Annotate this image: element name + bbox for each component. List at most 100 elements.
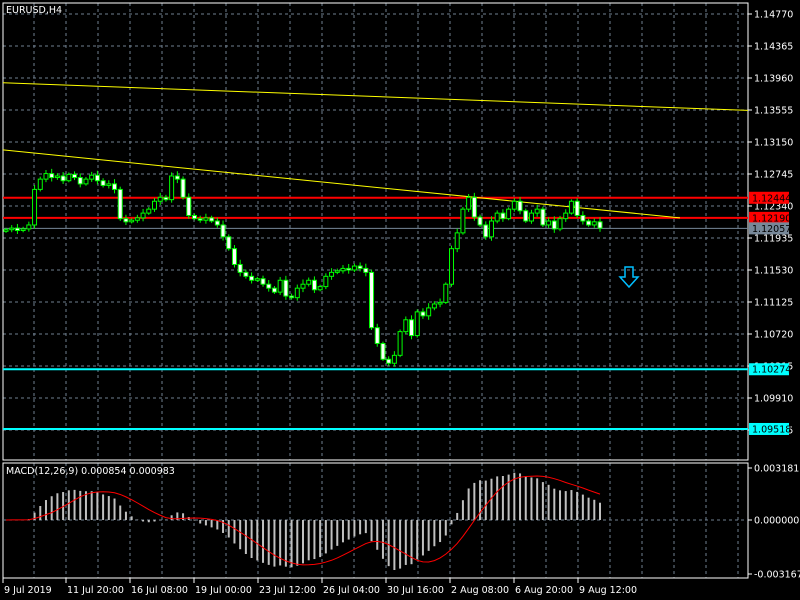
- candle-body: [49, 173, 55, 179]
- candle-body: [580, 214, 586, 222]
- candle-body: [460, 208, 466, 234]
- candle-body: [323, 275, 329, 288]
- macd-tick-label: 0.003181: [754, 464, 799, 475]
- candle-body: [209, 217, 215, 222]
- candle-body: [243, 271, 249, 277]
- candle-body: [174, 175, 180, 180]
- price-axis[interactable]: 1.14770 1.14365 1.13960 1.13555 1.13150 1.127…: [748, 10, 800, 581]
- candle-body: [66, 173, 72, 182]
- candle-body: [289, 295, 295, 299]
- price-tick-label: 1.11125: [754, 298, 793, 309]
- horizontal-levels[interactable]: [3, 196, 748, 430]
- price-tick-label: 1.13960: [754, 74, 793, 85]
- candle-body: [431, 303, 437, 309]
- candle-body: [488, 220, 494, 238]
- candle-body: [37, 178, 43, 190]
- candle-body: [197, 218, 203, 221]
- price-tick-label: 1.09910: [754, 394, 793, 405]
- candle-body: [300, 283, 306, 289]
- candle-body: [20, 228, 26, 231]
- candle-body: [32, 188, 38, 226]
- candle-body: [386, 358, 392, 364]
- candle-body: [477, 216, 483, 226]
- candle-body: [414, 311, 420, 337]
- candle-body: [540, 208, 546, 226]
- candle-body: [134, 217, 140, 221]
- candle-body: [77, 177, 83, 185]
- price-tick-label: 1.14365: [754, 42, 793, 53]
- price-label-resistance-upper: 1.12444: [752, 193, 791, 204]
- price-tick-label: 1.11530: [754, 266, 793, 277]
- candle-body: [546, 220, 552, 226]
- candle-body: [426, 307, 432, 317]
- macd-tick-label: -0.003167: [754, 570, 800, 581]
- candle-body: [568, 200, 574, 214]
- candle-body: [43, 173, 49, 180]
- candle-body: [129, 219, 135, 223]
- time-tick-label: 23 Jul 12:00: [259, 585, 316, 596]
- time-tick-label: 9 Jul 2019: [4, 585, 52, 596]
- candle-body: [112, 183, 118, 190]
- candle-body: [3, 229, 9, 232]
- candle-body: [123, 218, 129, 223]
- candle-body: [60, 175, 66, 182]
- time-tick-label: 2 Aug 08:00: [451, 585, 509, 596]
- candle-body: [494, 212, 500, 222]
- candle-body: [391, 354, 397, 364]
- candle-body: [117, 188, 123, 220]
- candle-body: [83, 178, 89, 185]
- candle-body: [203, 217, 209, 221]
- time-axis[interactable]: 9 Jul 2019 11 Jul 20:00 16 Jul 08:00 19 Jul…: [2, 578, 637, 596]
- candle-body: [346, 267, 352, 271]
- candle-body: [523, 210, 529, 222]
- candle-body: [551, 220, 557, 230]
- candle-body: [231, 248, 237, 265]
- candle-body: [277, 279, 283, 293]
- chart-window[interactable]: 1.14770 1.14365 1.13960 1.13555 1.13150 1.127…: [0, 0, 800, 600]
- price-tick-label: 1.13150: [754, 138, 793, 149]
- candle-body: [271, 287, 277, 293]
- time-tick-label: 16 Jul 08:00: [131, 585, 188, 596]
- candle-body: [517, 200, 523, 212]
- candle-body: [409, 319, 415, 337]
- candle-body: [186, 196, 192, 216]
- candle-body: [357, 265, 363, 269]
- price-tick-label: 1.11935: [754, 234, 793, 245]
- candle-body: [94, 174, 100, 182]
- candle-body: [534, 208, 540, 214]
- trendline[interactable]: [2, 82, 749, 111]
- candle-body: [351, 265, 357, 271]
- candle-body: [466, 196, 472, 210]
- candle-body: [26, 224, 32, 230]
- time-tick-label: 19 Jul 00:00: [195, 585, 252, 596]
- time-tick-label: 9 Aug 12:00: [579, 585, 637, 596]
- main-plot-frame: [2, 2, 749, 461]
- candle-body: [597, 221, 603, 229]
- candle-body: [180, 178, 186, 198]
- price-tick-label: 1.12745: [754, 170, 793, 181]
- price-label-bid: 1.12057: [752, 224, 791, 235]
- candle-body: [266, 283, 272, 289]
- price-tick-label: 1.10720: [754, 330, 793, 341]
- candle-body: [317, 286, 323, 291]
- candle-body: [72, 173, 78, 179]
- symbol-label: EURUSD,H4: [6, 5, 62, 16]
- candle-body: [449, 248, 454, 285]
- candle-body: [340, 267, 346, 272]
- price-label-support-lower: 1.09518: [752, 424, 791, 435]
- candle-body: [254, 278, 260, 281]
- price-tick-label: 1.13555: [754, 106, 793, 117]
- candle-body: [528, 212, 534, 222]
- candle-body: [397, 331, 403, 356]
- candle-body: [237, 263, 243, 273]
- candle-body: [9, 227, 15, 231]
- candle-body: [220, 224, 226, 238]
- candle-body: [454, 232, 460, 250]
- candle-body: [380, 342, 386, 360]
- candle-body: [500, 212, 506, 220]
- time-tick-label: 6 Aug 20:00: [515, 585, 573, 596]
- candle-body: [157, 196, 163, 202]
- time-tick-label: 11 Jul 20:00: [67, 585, 124, 596]
- time-tick-label: 26 Jul 04:00: [323, 585, 380, 596]
- candle-body: [294, 287, 300, 299]
